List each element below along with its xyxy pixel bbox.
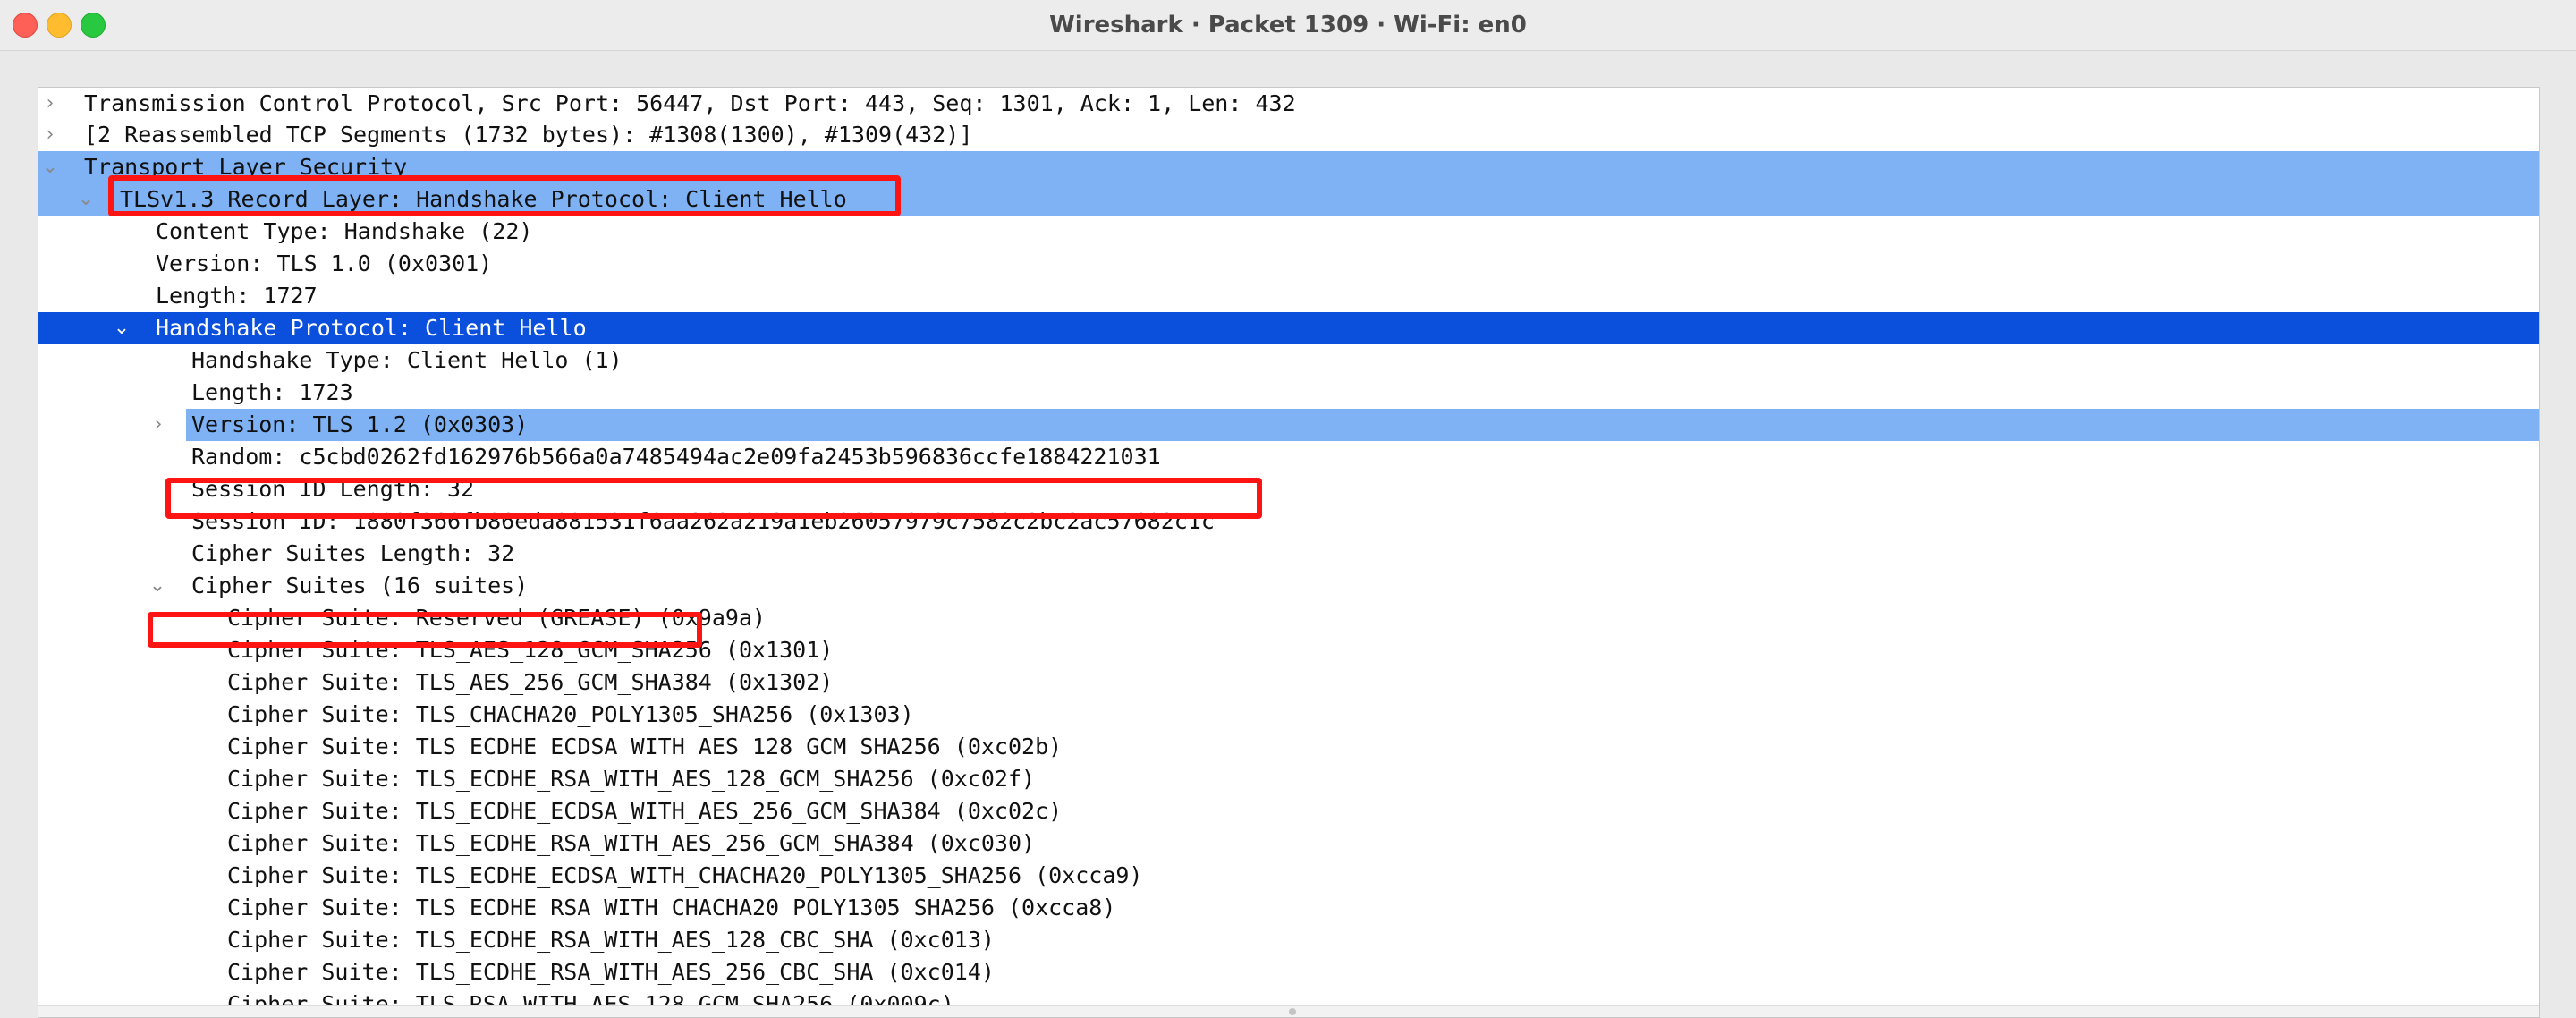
tree-row-tcp[interactable]: › Transmission Control Protocol, Src Por… bbox=[38, 88, 2539, 119]
tree-row-handshake-protocol[interactable]: ⌄ Handshake Protocol: Client Hello bbox=[38, 312, 2539, 344]
tree-row-text: [2 Reassembled TCP Segments (1732 bytes)… bbox=[84, 122, 973, 148]
tree-row-text: Cipher Suite: TLS_ECDHE_RSA_WITH_AES_128… bbox=[227, 927, 995, 953]
tree-row-text: Length: 1723 bbox=[191, 379, 353, 405]
tree-row-cipher-suite[interactable]: Cipher Suite: TLS_AES_128_GCM_SHA256 (0x… bbox=[38, 634, 2539, 666]
tree-row-session-id[interactable]: Session ID: 1880f366fb86eda881531f6aa262… bbox=[38, 505, 2539, 538]
tree-row-cipher-suite[interactable]: Cipher Suite: TLS_ECDHE_RSA_WITH_AES_128… bbox=[38, 924, 2539, 956]
tree-row-cipher-suite[interactable]: Cipher Suite: TLS_ECDHE_RSA_WITH_AES_256… bbox=[38, 827, 2539, 860]
tree-row-random[interactable]: Random: c5cbd0262fd162976b566a0a7485494a… bbox=[38, 441, 2539, 473]
tree-row-tls-record-layer[interactable]: ⌄ TLSv1.3 Record Layer: Handshake Protoc… bbox=[38, 183, 2539, 216]
tree-row-text: Cipher Suite: TLS_ECDHE_ECDSA_WITH_AES_1… bbox=[227, 734, 1063, 759]
horizontal-scrollbar[interactable] bbox=[38, 1005, 2539, 1017]
tree-row-text: Cipher Suite: TLS_ECDHE_RSA_WITH_AES_256… bbox=[227, 959, 995, 985]
tree-row-text: Cipher Suite: TLS_CHACHA20_POLY1305_SHA2… bbox=[227, 701, 914, 727]
tree-row-text: Cipher Suite: TLS_ECDHE_ECDSA_WITH_CHACH… bbox=[227, 862, 1143, 888]
tree-row-text: Cipher Suite: Reserved (GREASE) (0x9a9a) bbox=[227, 605, 767, 631]
tree-row-text: Cipher Suite: TLS_AES_256_GCM_SHA384 (0x… bbox=[227, 669, 834, 695]
chevron-down-icon[interactable]: ⌄ bbox=[77, 183, 95, 216]
tree-row-text: Handshake Type: Client Hello (1) bbox=[191, 347, 623, 373]
packet-details-tree[interactable]: › Transmission Control Protocol, Src Por… bbox=[38, 87, 2540, 1018]
tree-row-cipher-suite[interactable]: Cipher Suite: TLS_ECDHE_RSA_WITH_AES_256… bbox=[38, 956, 2539, 988]
tree-row-text: Handshake Protocol: Client Hello bbox=[156, 315, 587, 341]
chevron-down-icon[interactable]: ⌄ bbox=[148, 570, 166, 602]
tree-row-text: Random: c5cbd0262fd162976b566a0a7485494a… bbox=[191, 444, 1161, 470]
tree-row-record-version[interactable]: Version: TLS 1.0 (0x0301) bbox=[38, 248, 2539, 280]
tree-row-text: Length: 1727 bbox=[156, 283, 318, 309]
tree-row-cipher-suite[interactable]: Cipher Suite: TLS_AES_256_GCM_SHA384 (0x… bbox=[38, 666, 2539, 699]
tree-row-text: Cipher Suite: TLS_ECDHE_RSA_WITH_AES_256… bbox=[227, 830, 1036, 856]
tree-row-text: TLSv1.3 Record Layer: Handshake Protocol… bbox=[120, 186, 847, 212]
tree-row-text: Cipher Suites Length: 32 bbox=[191, 540, 515, 566]
tree-row-text: Cipher Suite: TLS_ECDHE_RSA_WITH_AES_128… bbox=[227, 766, 1036, 792]
tree-row-reassembled-segments[interactable]: › [2 Reassembled TCP Segments (1732 byte… bbox=[38, 119, 2539, 151]
scrollbar-grip[interactable] bbox=[1289, 1008, 1296, 1015]
tree-row-cipher-suite[interactable]: Cipher Suite: TLS_ECDHE_RSA_WITH_AES_128… bbox=[38, 763, 2539, 795]
tree-row-cipher-suite[interactable]: Cipher Suite: TLS_ECDHE_RSA_WITH_CHACHA2… bbox=[38, 892, 2539, 924]
window-title: Wireshark · Packet 1309 · Wi-Fi: en0 bbox=[1049, 12, 1527, 38]
tree-row-text: Cipher Suite: TLS_ECDHE_RSA_WITH_CHACHA2… bbox=[227, 895, 1116, 920]
tree-row-content-type[interactable]: Content Type: Handshake (22) bbox=[38, 216, 2539, 248]
chevron-down-icon[interactable]: ⌄ bbox=[41, 151, 59, 183]
tree-row-text: Cipher Suites (16 suites) bbox=[191, 573, 529, 598]
tree-row-text: Session ID Length: 32 bbox=[191, 476, 475, 502]
tree-row-cipher-suites-length[interactable]: Cipher Suites Length: 32 bbox=[38, 538, 2539, 570]
tree-row-text: Version: TLS 1.0 (0x0301) bbox=[156, 250, 493, 276]
title-bar: Wireshark · Packet 1309 · Wi-Fi: en0 bbox=[0, 0, 2576, 51]
tree-row-record-length[interactable]: Length: 1727 bbox=[38, 280, 2539, 312]
tree-row-text: Session ID: 1880f366fb86eda881531f6aa262… bbox=[191, 508, 1215, 534]
tree-row-cipher-suite[interactable]: Cipher Suite: TLS_ECDHE_ECDSA_WITH_AES_2… bbox=[38, 795, 2539, 827]
chevron-right-icon[interactable]: › bbox=[149, 409, 167, 441]
chevron-right-icon[interactable]: › bbox=[41, 119, 59, 151]
tree-row-text: Cipher Suite: TLS_AES_128_GCM_SHA256 (0x… bbox=[227, 637, 834, 663]
tree-row-cipher-suite[interactable]: Cipher Suite: TLS_CHACHA20_POLY1305_SHA2… bbox=[38, 699, 2539, 731]
tree-row-handshake-type[interactable]: Handshake Type: Client Hello (1) bbox=[38, 344, 2539, 377]
tree-rows: › Transmission Control Protocol, Src Por… bbox=[38, 88, 2539, 1017]
tree-row-text: Cipher Suite: TLS_ECDHE_ECDSA_WITH_AES_2… bbox=[227, 798, 1063, 824]
tree-row-text: Transmission Control Protocol, Src Port:… bbox=[84, 90, 1296, 116]
tree-row-cipher-suites[interactable]: ⌄ Cipher Suites (16 suites) bbox=[38, 570, 2539, 602]
tree-row-session-id-length[interactable]: Session ID Length: 32 bbox=[38, 473, 2539, 505]
tree-row-text: Transport Layer Security bbox=[84, 154, 408, 180]
tree-row-cipher-suite[interactable]: Cipher Suite: Reserved (GREASE) (0x9a9a) bbox=[38, 602, 2539, 634]
tree-row-handshake-length[interactable]: Length: 1723 bbox=[38, 377, 2539, 409]
packet-details-area: › Transmission Control Protocol, Src Por… bbox=[0, 51, 2576, 1018]
chevron-right-icon[interactable]: › bbox=[41, 88, 59, 119]
tree-row-text: Version: TLS 1.2 (0x0303) bbox=[191, 411, 529, 437]
tree-row-text: Content Type: Handshake (22) bbox=[156, 218, 533, 244]
tree-row-cipher-suite[interactable]: Cipher Suite: TLS_ECDHE_ECDSA_WITH_AES_1… bbox=[38, 731, 2539, 763]
chevron-down-icon[interactable]: ⌄ bbox=[113, 312, 131, 344]
tree-row-handshake-version[interactable]: › Version: TLS 1.2 (0x0303) bbox=[155, 409, 2539, 441]
tree-row-tls[interactable]: ⌄ Transport Layer Security bbox=[38, 151, 2539, 183]
tree-row-cipher-suite[interactable]: Cipher Suite: TLS_ECDHE_ECDSA_WITH_CHACH… bbox=[38, 860, 2539, 892]
